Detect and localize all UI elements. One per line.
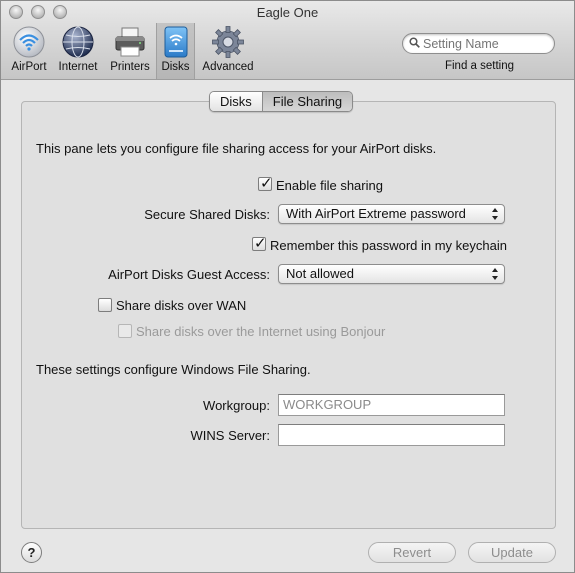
search-icon <box>409 37 420 48</box>
toolbar-item-airport[interactable]: AirPort <box>9 25 49 77</box>
workgroup-label: Workgroup: <box>203 398 270 413</box>
window-title: Eagle One <box>256 5 319 20</box>
file-sharing-panel <box>21 101 556 529</box>
preferences-window: Eagle One AirPort Internet Printers Disk… <box>0 0 575 573</box>
tab-disks[interactable]: Disks <box>210 92 262 111</box>
disk-icon <box>159 25 193 59</box>
updown-arrows-icon <box>492 208 498 220</box>
toolbar-item-label: AirPort <box>11 61 47 73</box>
guest-access-label: AirPort Disks Guest Access: <box>108 267 270 282</box>
updown-arrows-icon <box>492 268 498 280</box>
checkmark-icon: ✓ <box>260 174 273 192</box>
toolbar-item-internet[interactable]: Internet <box>55 25 101 77</box>
toolbar-item-label: Advanced <box>202 61 254 73</box>
intro-text: This pane lets you configure file sharin… <box>36 141 437 156</box>
share-over-wan-checkbox[interactable] <box>98 298 112 312</box>
toolbar-item-printers[interactable]: Printers <box>107 25 153 77</box>
printer-icon <box>113 25 147 59</box>
secure-shared-disks-popup[interactable]: With AirPort Extreme password <box>278 204 505 224</box>
workgroup-field[interactable]: WORKGROUP <box>278 394 505 416</box>
secure-shared-disks-label: Secure Shared Disks: <box>144 207 270 222</box>
guest-access-popup[interactable]: Not allowed <box>278 264 505 284</box>
globe-icon <box>61 25 95 59</box>
tab-group: Disks File Sharing <box>209 91 354 112</box>
remember-password-checkbox[interactable]: ✓ <box>252 234 267 252</box>
enable-file-sharing-checkbox[interactable]: ✓ <box>258 174 273 192</box>
search-setting-input[interactable] <box>402 33 555 54</box>
enable-file-sharing-label: Enable file sharing <box>276 178 383 193</box>
share-bonjour-checkbox[interactable] <box>118 324 132 338</box>
find-setting-label: Find a setting <box>444 60 515 72</box>
revert-button[interactable]: Revert <box>368 542 456 563</box>
wins-server-label: WINS Server: <box>190 428 270 443</box>
secure-shared-disks-value: With AirPort Extreme password <box>286 206 466 221</box>
checkmark-icon: ✓ <box>254 234 267 252</box>
wins-server-field[interactable] <box>278 424 505 446</box>
airport-icon <box>12 25 46 59</box>
gear-icon <box>211 25 245 59</box>
windows-sharing-note: These settings configure Windows File Sh… <box>36 362 311 377</box>
toolbar: Eagle One AirPort Internet Printers Disk… <box>1 1 574 80</box>
remember-password-label: Remember this password in my keychain <box>270 238 507 253</box>
guest-access-value: Not allowed <box>286 266 354 281</box>
help-button[interactable]: ? <box>21 542 42 563</box>
toolbar-item-label: Internet <box>58 61 98 73</box>
toolbar-item-label: Printers <box>110 61 150 73</box>
toolbar-item-advanced[interactable]: Advanced <box>200 25 256 77</box>
toolbar-item-disks[interactable]: Disks <box>156 23 195 79</box>
update-button[interactable]: Update <box>468 542 556 563</box>
share-bonjour-label: Share disks over the Internet using Bonj… <box>136 324 386 339</box>
toolbar-item-label: Disks <box>161 61 190 73</box>
tab-file-sharing[interactable]: File Sharing <box>261 92 353 111</box>
share-over-wan-label: Share disks over WAN <box>116 298 247 313</box>
